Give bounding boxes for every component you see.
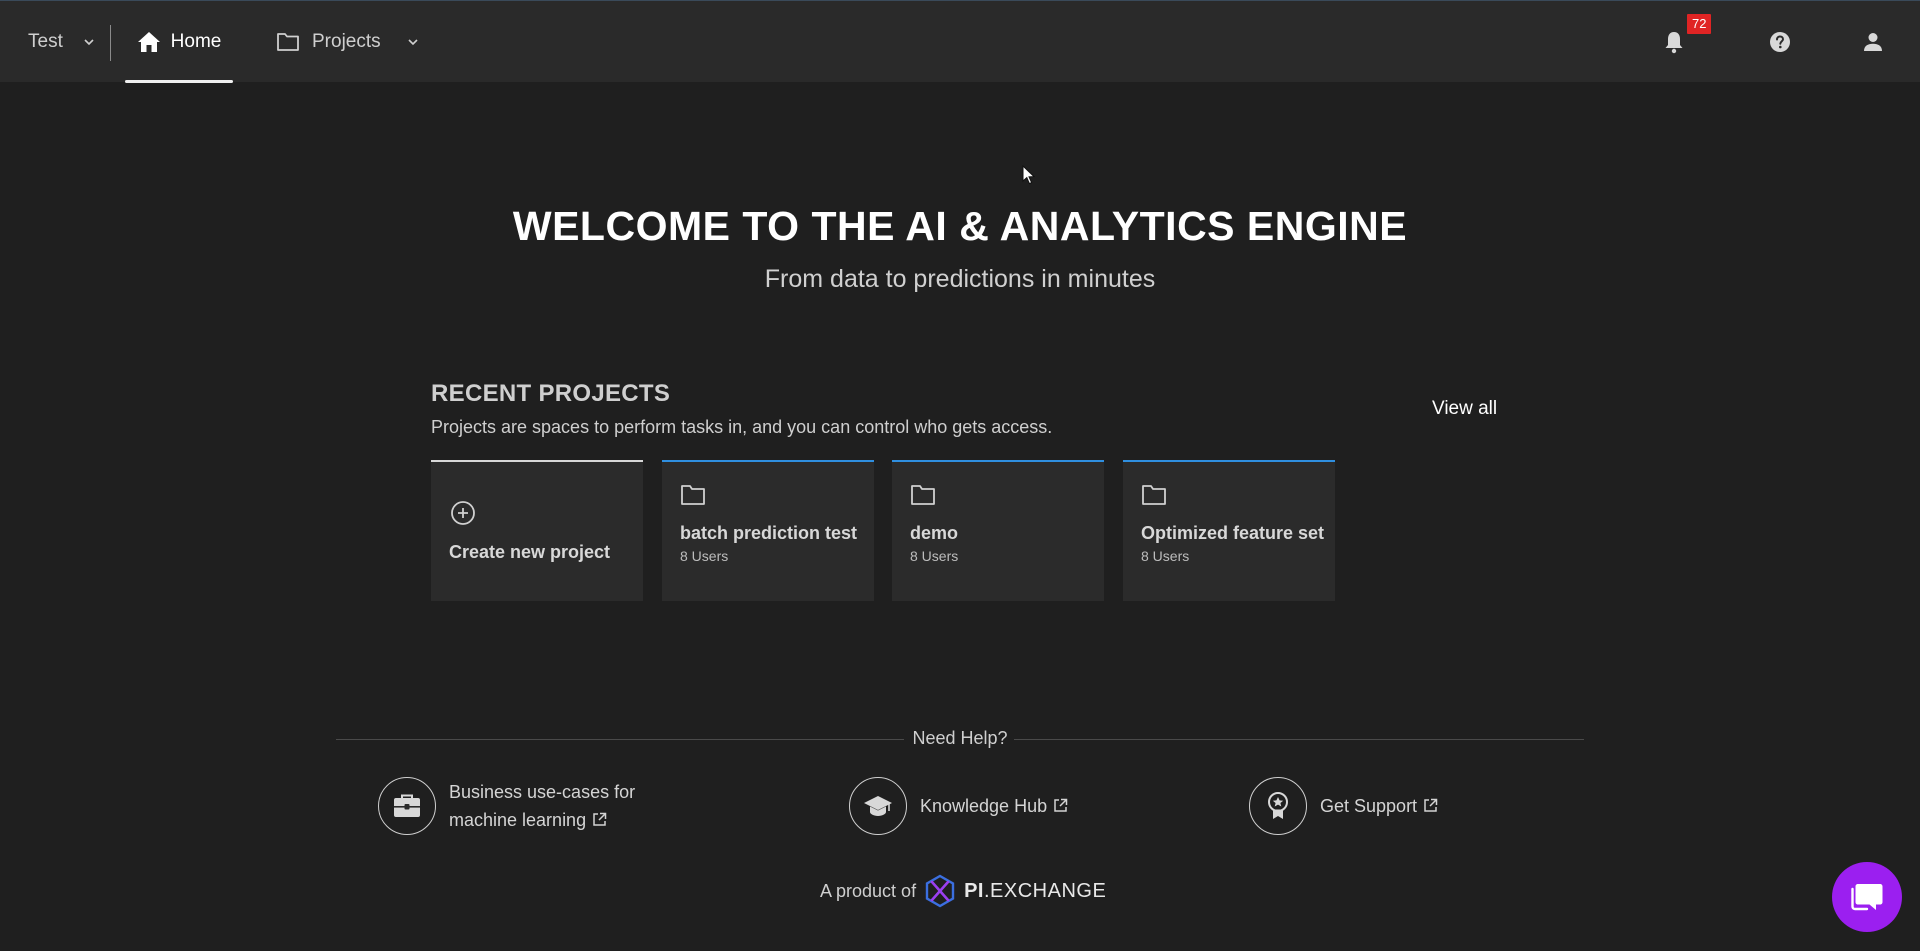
- chevron-down-icon: [84, 39, 94, 46]
- nav-tab-projects[interactable]: Projects: [276, 1, 419, 83]
- workspace-selector[interactable]: Test: [28, 1, 95, 83]
- top-navigation-bar: Test Home Projects 72: [0, 0, 1920, 83]
- project-card[interactable]: batch prediction test 8 Users: [662, 460, 874, 601]
- add-circle-icon: [451, 501, 475, 525]
- home-icon: [137, 32, 160, 52]
- workspace-name: Test: [28, 31, 63, 52]
- external-link-icon: [1424, 798, 1438, 812]
- brand-name: PI.EXCHANGE: [964, 879, 1107, 902]
- nav-projects-label: Projects: [312, 31, 381, 52]
- project-user-count: 8 Users: [910, 548, 959, 564]
- folder-icon: [911, 485, 935, 505]
- project-name: batch prediction test: [680, 523, 858, 543]
- recent-projects-description: Projects are spaces to perform tasks in,…: [431, 417, 1053, 437]
- folder-icon: [277, 33, 299, 51]
- help-icon: [1770, 32, 1790, 52]
- project-user-count: 8 Users: [1141, 548, 1190, 564]
- briefcase-icon-circle: [378, 777, 436, 835]
- nav-tab-home[interactable]: Home: [125, 1, 233, 83]
- chat-icon: [1851, 884, 1883, 911]
- graduation-cap-icon: [864, 796, 892, 816]
- create-project-card[interactable]: Create new project: [431, 460, 643, 601]
- product-credit: A product of PI.EXCHANGE: [820, 874, 1106, 908]
- knowledge-hub-link[interactable]: Knowledge Hub: [849, 777, 1068, 835]
- user-icon: [1864, 33, 1882, 51]
- external-link-icon: [1054, 798, 1068, 812]
- create-project-label: Create new project: [449, 542, 611, 562]
- nav-divider: [110, 25, 111, 61]
- briefcase-icon: [394, 794, 420, 817]
- business-use-cases-line2: machine learning: [449, 810, 587, 830]
- bell-icon: [1665, 32, 1683, 54]
- get-support-label: Get Support: [1320, 796, 1418, 816]
- project-name: Optimized feature set: [1141, 523, 1325, 543]
- external-link-icon: [593, 812, 607, 826]
- chat-support-button[interactable]: [1832, 862, 1902, 932]
- pi-exchange-logo-icon: [925, 874, 955, 908]
- folder-icon: [681, 485, 705, 505]
- view-all-link[interactable]: View all: [1432, 398, 1497, 420]
- product-of-text: A product of: [820, 880, 917, 901]
- nav-home-label: Home: [170, 31, 222, 52]
- notification-count-badge: 72: [1687, 14, 1712, 34]
- page-subtitle: From data to predictions in minutes: [764, 265, 1156, 293]
- knowledge-hub-label: Knowledge Hub: [920, 796, 1048, 816]
- folder-icon: [1142, 485, 1166, 505]
- business-use-cases-link[interactable]: Business use-cases for machine learning: [378, 777, 635, 835]
- project-name: demo: [910, 523, 959, 543]
- recent-projects-title: RECENT PROJECTS: [431, 380, 671, 407]
- project-user-count: 8 Users: [680, 548, 729, 564]
- award-icon-circle: [1249, 777, 1307, 835]
- chevron-down-icon: [408, 39, 418, 46]
- mouse-cursor-icon: [1022, 165, 1036, 185]
- project-card[interactable]: Optimized feature set 8 Users: [1123, 460, 1335, 601]
- page-title: WELCOME TO THE AI & ANALYTICS ENGINE: [512, 203, 1408, 249]
- get-support-link[interactable]: Get Support: [1249, 777, 1438, 835]
- help-button[interactable]: [1762, 25, 1798, 59]
- business-use-cases-line1: Business use-cases for: [449, 782, 636, 802]
- award-icon: [1268, 792, 1288, 819]
- need-help-heading: Need Help?: [912, 728, 1008, 748]
- user-menu-button[interactable]: [1855, 25, 1891, 59]
- project-card[interactable]: demo 8 Users: [892, 460, 1104, 601]
- graduation-cap-icon-circle: [849, 777, 907, 835]
